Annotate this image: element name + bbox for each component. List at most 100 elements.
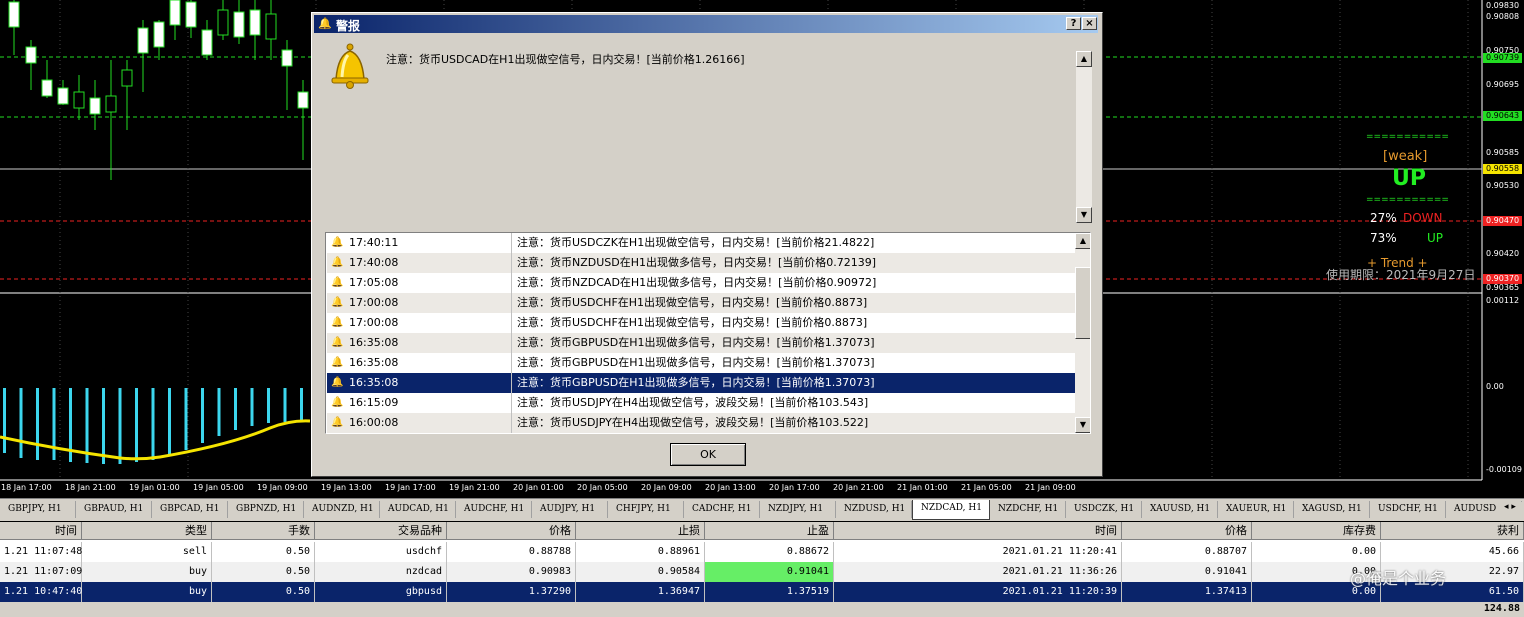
column-header[interactable]: 止盈 bbox=[705, 522, 834, 540]
tab-xagusd-h1[interactable]: XAGUSD, H1 bbox=[1294, 501, 1370, 518]
bell-icon: 🔔 bbox=[331, 257, 344, 268]
tab-chfjpy-h1[interactable]: CHFJPY, H1 bbox=[608, 501, 684, 518]
histogram-bar bbox=[250, 388, 254, 426]
ok-button[interactable]: OK bbox=[670, 443, 746, 466]
table-row[interactable]: 1.21 11:07:09 buy 0.50 nzdcad 0.90983 0.90584… bbox=[0, 562, 1524, 582]
total-bar: 124.88 bbox=[0, 602, 1524, 617]
alert-log-row[interactable]: 🔔 16:35:08 注意：货币GBPUSD在H1出现做多信号，日内交易！[当前价格… bbox=[327, 353, 1075, 373]
table-cell: sell bbox=[82, 542, 212, 562]
tab-nzdchf-h1[interactable]: NZDCHF, H1 bbox=[990, 501, 1066, 518]
tab-nzdusd-h1[interactable]: NZDUSD, H1 bbox=[836, 501, 912, 518]
tab-gbpcad-h1[interactable]: GBPCAD, H1 bbox=[152, 501, 228, 518]
alert-log-row[interactable]: 🔔 17:40:11 注意：货币USDCZK在H1出现做空信号，日内交易！[当前价格… bbox=[327, 233, 1075, 253]
chart-tabs-bar: GBPJPY, H1 GBPAUD, H1 GBPCAD, H1 GBPNZD, H1… bbox=[0, 498, 1524, 521]
bell-icon: 🔔 bbox=[318, 17, 332, 30]
signal-line bbox=[0, 419, 311, 461]
log-scroll-thumb[interactable] bbox=[1075, 267, 1090, 339]
alert-time: 16:35:08 bbox=[349, 336, 399, 349]
alert-message-area: 注意：货币USDCAD在H1出现做空信号，日内交易！[当前价格1.26166] … bbox=[326, 43, 1092, 223]
tab-nzdjpy-h1[interactable]: NZDJPY, H1 bbox=[760, 501, 836, 518]
table-cell: gbpusd bbox=[315, 582, 447, 602]
candle-body bbox=[185, 1, 197, 28]
help-button[interactable]: ? bbox=[1066, 17, 1081, 30]
column-header[interactable]: 获利 bbox=[1381, 522, 1524, 540]
column-header[interactable]: 价格 bbox=[1122, 522, 1252, 540]
time-label: 20 Jan 05:00 bbox=[577, 483, 628, 492]
price-label: 0.00 bbox=[1486, 382, 1504, 391]
alert-log-message: 注意：货币NZDCAD在H1出现做多信号，日内交易！[当前价格0.90972] bbox=[517, 276, 877, 289]
alert-log-row[interactable]: 🔔 16:00:08 注意：货币USDJPY在H4出现做空信号，波段交易！[当前价格… bbox=[327, 413, 1075, 433]
time-label: 18 Jan 17:00 bbox=[1, 483, 52, 492]
histogram-bar bbox=[151, 388, 155, 460]
tab-gbpaud-h1[interactable]: GBPAUD, H1 bbox=[76, 501, 152, 518]
tab-gbpnzd-h1[interactable]: GBPNZD, H1 bbox=[228, 501, 304, 518]
time-label: 18 Jan 21:00 bbox=[65, 483, 116, 492]
table-cell: 0.50 bbox=[212, 582, 315, 602]
tab-nzdcad-h1[interactable]: NZDCAD, H1 bbox=[912, 500, 990, 520]
candle-body bbox=[217, 9, 229, 36]
tab-audcad-h1[interactable]: AUDCAD, H1 bbox=[380, 501, 456, 518]
scroll-up-icon[interactable]: ▲ bbox=[1076, 51, 1092, 67]
tab-usdczk-h1[interactable]: USDCZK, H1 bbox=[1066, 501, 1142, 518]
tab-xauusd-h1[interactable]: XAUUSD, H1 bbox=[1142, 501, 1218, 518]
close-button[interactable]: × bbox=[1082, 17, 1097, 30]
indicator-up-big: UP bbox=[1392, 166, 1426, 191]
table-cell: 0.91041 bbox=[1122, 562, 1252, 582]
column-header[interactable]: 价格 bbox=[447, 522, 576, 540]
time-label: 20 Jan 09:00 bbox=[641, 483, 692, 492]
histogram-bar bbox=[19, 388, 23, 458]
tab-scroll-arrows-icon[interactable]: ◂ ▸ bbox=[1496, 502, 1524, 518]
total-profit: 124.88 bbox=[1483, 603, 1520, 614]
column-header[interactable]: 类型 bbox=[82, 522, 212, 540]
log-scroll-down-icon[interactable]: ▼ bbox=[1075, 417, 1090, 433]
price-label: 0.90365 bbox=[1486, 283, 1520, 292]
tab-audchf-h1[interactable]: AUDCHF, H1 bbox=[456, 501, 532, 518]
alert-log-row[interactable]: 🔔 16:15:09 注意：货币USDJPY在H4出现做空信号，波段交易！[当前价格… bbox=[327, 393, 1075, 413]
time-label: 20 Jan 17:00 bbox=[769, 483, 820, 492]
histogram-bar bbox=[184, 388, 188, 450]
column-divider bbox=[511, 253, 512, 273]
column-header[interactable]: 手数 bbox=[212, 522, 315, 540]
table-cell: 45.66 bbox=[1381, 542, 1524, 562]
tab-xaueur-h1[interactable]: XAUEUR, H1 bbox=[1218, 501, 1294, 518]
table-cell: 1.21 11:07:09 bbox=[0, 562, 82, 582]
alert-log-row[interactable]: 🔔 17:00:08 注意：货币USDCHF在H1出现做空信号，日内交易！[当前价格… bbox=[327, 293, 1075, 313]
dialog-titlebar[interactable]: 🔔 警报 ? × bbox=[314, 15, 1098, 33]
alert-log-row[interactable]: 🔔 16:35:08 注意：货币GBPUSD在H1出现做多信号，日内交易！[当前价格… bbox=[327, 373, 1075, 393]
histogram-bar bbox=[3, 388, 6, 453]
table-cell: 1.21 11:07:48 bbox=[0, 542, 82, 562]
tab-gbpjpy-h1[interactable]: GBPJPY, H1 bbox=[0, 501, 76, 518]
table-cell: 0.50 bbox=[212, 562, 315, 582]
indicator-down-pct: 27% bbox=[1370, 211, 1397, 225]
tab-audnzd-h1[interactable]: AUDNZD, H1 bbox=[304, 501, 380, 518]
column-header[interactable]: 止损 bbox=[576, 522, 705, 540]
alert-log-row[interactable]: 🔔 17:05:08 注意：货币NZDCAD在H1出现做多信号，日内交易！[当前价格… bbox=[327, 273, 1075, 293]
alert-log-row[interactable]: 🔔 17:00:08 注意：货币USDCHF在H1出现做空信号，日内交易！[当前价格… bbox=[327, 313, 1075, 333]
column-header[interactable]: 库存费 bbox=[1252, 522, 1381, 540]
table-cell: 1.37519 bbox=[705, 582, 834, 602]
scroll-down-icon[interactable]: ▼ bbox=[1076, 207, 1092, 223]
bell-icon: 🔔 bbox=[331, 357, 344, 368]
column-header[interactable]: 时间 bbox=[0, 522, 82, 540]
alert-time: 16:35:08 bbox=[349, 356, 399, 369]
table-row[interactable]: 1.21 10:47:40 buy 0.50 gbpusd 1.37290 1.36947… bbox=[0, 582, 1524, 602]
log-scrollbar[interactable]: ▲ ▼ bbox=[1075, 233, 1090, 433]
alert-log-row[interactable]: 🔔 17:40:08 注意：货币NZDUSD在H1出现做多信号，日内交易！[当前价格… bbox=[327, 253, 1075, 273]
column-header[interactable]: 时间 bbox=[834, 522, 1122, 540]
table-cell: nzdcad bbox=[315, 562, 447, 582]
histogram-bar bbox=[102, 388, 105, 464]
alert-time: 16:35:08 bbox=[349, 376, 399, 389]
tab-usdchf-h1[interactable]: USDCHF, H1 bbox=[1370, 501, 1446, 518]
tab-audjpy-h1[interactable]: AUDJPY, H1 bbox=[532, 501, 608, 518]
column-header[interactable]: 交易品种 bbox=[315, 522, 447, 540]
alert-log-row[interactable]: 🔔 16:35:08 注意：货币GBPUSD在H1出现做多信号，日内交易！[当前价格… bbox=[327, 333, 1075, 353]
tab-cadchf-h1[interactable]: CADCHF, H1 bbox=[684, 501, 760, 518]
table-cell: 1.37413 bbox=[1122, 582, 1252, 602]
log-scroll-up-icon[interactable]: ▲ bbox=[1075, 233, 1090, 249]
table-row[interactable]: 1.21 11:07:48 sell 0.50 usdchf 0.88788 0.8896… bbox=[0, 542, 1524, 562]
column-divider bbox=[511, 293, 512, 313]
message-scrollbar[interactable]: ▲ ▼ bbox=[1076, 51, 1092, 223]
alert-log-list[interactable]: 🔔 17:40:11 注意：货币USDCZK在H1出现做空信号，日内交易！[当前价格… bbox=[325, 232, 1091, 434]
alert-time: 17:00:08 bbox=[349, 316, 399, 329]
time-label: 19 Jan 01:00 bbox=[129, 483, 180, 492]
